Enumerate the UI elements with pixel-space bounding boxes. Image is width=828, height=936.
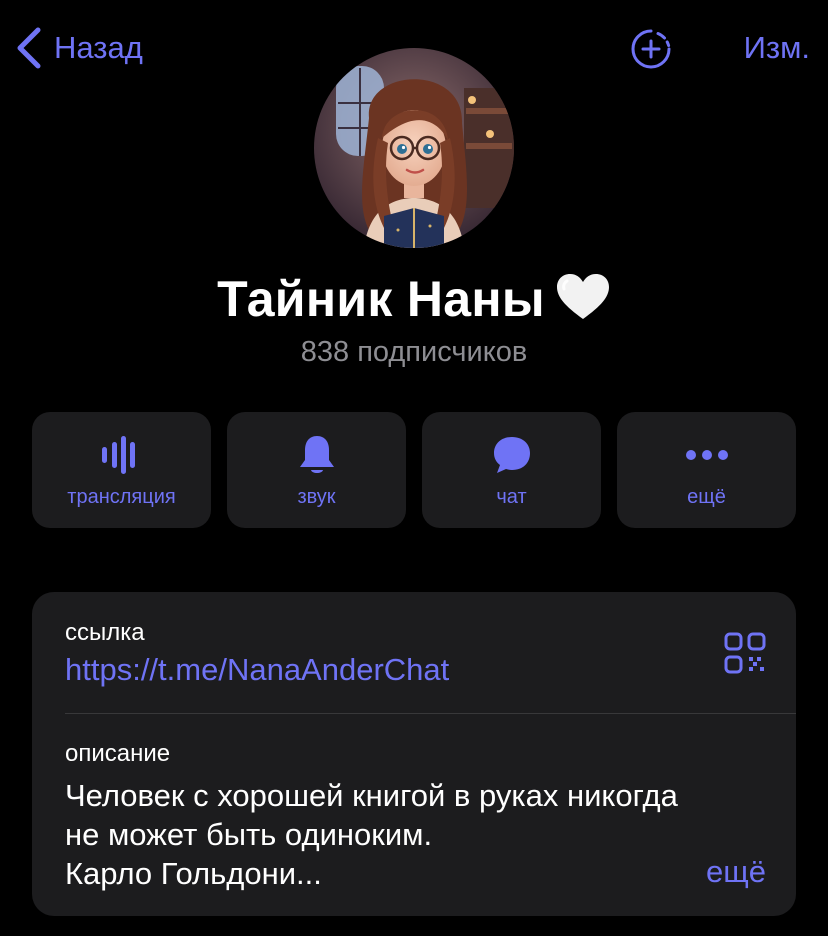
channel-link[interactable]: https://t.me/NanaAnderChat <box>65 652 449 688</box>
description-caption: описание <box>65 740 171 767</box>
link-caption: ссылка <box>65 619 145 646</box>
chat-label: чат <box>496 486 527 508</box>
channel-info-card: ссылка https://t.me/NanaAnderChat описан… <box>32 592 796 916</box>
sound-button[interactable]: звук <box>227 412 406 528</box>
qr-code-icon[interactable] <box>724 632 766 674</box>
description-more-link[interactable]: ещё <box>706 854 766 890</box>
more-actions-button[interactable]: ещё <box>617 412 796 528</box>
sound-label: звук <box>297 486 336 508</box>
action-row: трансляция звук чат ещё <box>32 412 796 528</box>
more-actions-label: ещё <box>687 486 726 508</box>
description-line: Человек с хорошей книгой в руках никогда <box>65 778 678 813</box>
channel-avatar[interactable] <box>314 48 514 248</box>
livestream-label: трансляция <box>67 486 176 508</box>
white-heart-icon <box>556 274 609 319</box>
livestream-button[interactable]: трансляция <box>32 412 211 528</box>
chat-button[interactable]: чат <box>422 412 601 528</box>
description-line: не может быть одиноким. <box>65 817 433 852</box>
bell-icon <box>299 436 334 473</box>
avatar-illustration <box>314 48 514 248</box>
back-label: Назад <box>54 30 143 65</box>
edit-button[interactable]: Изм. <box>744 30 810 66</box>
channel-title-row: Тайник Наны <box>0 268 828 330</box>
description-line: Карло Гольдони... <box>65 856 322 891</box>
more-dots-icon <box>685 450 728 460</box>
back-button[interactable]: Назад <box>14 24 143 72</box>
add-circle-icon[interactable] <box>630 28 672 70</box>
channel-name: Тайник Наны <box>217 271 545 327</box>
channel-description: Человек с хорошей книгой в руках никогда… <box>65 776 765 893</box>
info-divider <box>65 713 796 714</box>
livestream-icon <box>101 436 135 474</box>
subscribers-count: 838 подписчиков <box>300 336 528 368</box>
chevron-left-icon <box>17 27 41 69</box>
chat-bubble-icon <box>493 437 530 473</box>
